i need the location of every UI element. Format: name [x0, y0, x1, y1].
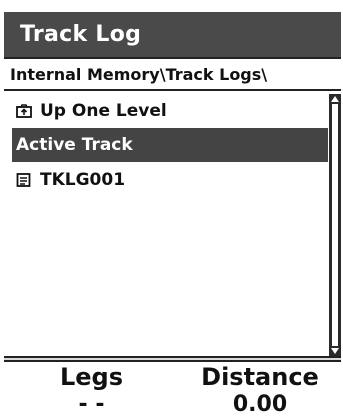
title-bar: Track Log	[4, 12, 341, 57]
page-title: Track Log	[20, 22, 142, 47]
file-list: Up One Level Active Track TKLG001	[12, 94, 333, 356]
list-item-active-track[interactable]: Active Track	[12, 128, 328, 162]
list-item-tklg001[interactable]: TKLG001	[12, 163, 328, 197]
scroll-up-arrow-icon[interactable]	[331, 96, 339, 102]
list-item-up-one-level[interactable]: Up One Level	[12, 94, 328, 128]
path-text: Internal Memory\Track Logs\	[10, 64, 268, 84]
list-item-label: Active Track	[16, 135, 133, 155]
legs-label: Legs	[59, 363, 124, 391]
distance-label: Distance	[201, 363, 319, 391]
distance-value: 0.00	[232, 392, 288, 417]
legs-value: - -	[78, 392, 105, 417]
track-log-screen: Track Log Internal Memory\Track Logs\ Up…	[0, 0, 343, 417]
scroll-down-arrow-icon[interactable]	[331, 348, 339, 354]
list-item-label: Up One Level	[40, 101, 167, 121]
distance-field: Distance 0.00	[179, 362, 341, 417]
scroll-track[interactable]	[329, 94, 341, 356]
path-breadcrumb: Internal Memory\Track Logs\	[4, 57, 341, 91]
legs-field: Legs - -	[4, 362, 179, 417]
folder-up-icon	[16, 104, 32, 118]
scrollbar[interactable]	[329, 94, 341, 356]
list-item-label: TKLG001	[40, 170, 126, 190]
document-icon	[16, 173, 32, 187]
track-stats-panel: Legs - - Distance 0.00	[4, 362, 341, 417]
